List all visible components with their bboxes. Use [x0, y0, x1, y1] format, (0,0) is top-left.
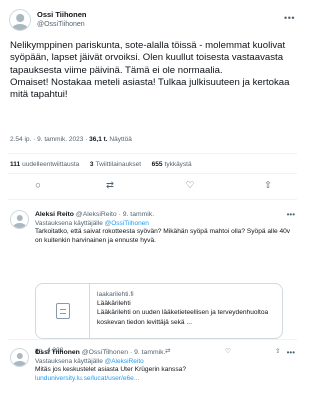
reply-text: Tarkoitatko, että saivat rokotteesta syö…	[35, 228, 291, 244]
retweets-stat[interactable]: 111 uudelleentwiittausta	[10, 161, 79, 168]
reply-author-name[interactable]: Ossi Tiihonen	[35, 349, 80, 356]
author-avatar[interactable]	[9, 9, 31, 31]
author-handle[interactable]: @OssiTiihonen	[37, 20, 86, 30]
link-card-description: Lääkärilehti on uuden lääketieteellisen …	[97, 309, 269, 326]
tweet-time[interactable]: 2.54 ip.	[10, 136, 31, 143]
replying-to: Vastauksena käyttäjälle @OssiTiihonen	[35, 220, 149, 227]
tweet-date[interactable]: 9. tammik. 2023	[37, 136, 83, 143]
link-card-title: Lääkärilehti	[97, 300, 131, 308]
reply-author-handle[interactable]: @OssiTiihonen	[82, 349, 128, 356]
reply-icon[interactable]: ○	[30, 178, 46, 194]
reply-more-options-icon[interactable]: •••	[287, 348, 295, 357]
reply-author-name[interactable]: Aleksi Reito	[35, 211, 74, 218]
reply-more-options-icon[interactable]: •••	[287, 210, 295, 219]
author-name[interactable]: Ossi Tiihonen	[37, 10, 86, 20]
link-card[interactable]: laakarilehti.fi Lääkärilehti Lääkärileht…	[35, 283, 283, 339]
retweet-icon[interactable]: ⇄	[102, 178, 118, 194]
link-card-domain: laakarilehti.fi	[97, 291, 134, 298]
divider	[8, 199, 297, 200]
link-card-thumbnail	[36, 284, 90, 338]
tweet-meta: 2.54 ip. · 9. tammik. 2023 · 36,1 t. Näy…	[10, 136, 132, 143]
reply-tweet[interactable]: Aleksi Reito @AleksiReito · 9. tammik. V…	[0, 210, 305, 360]
tweet-action-bar: ○ ⇄ ♡ ⇧	[0, 178, 305, 194]
share-icon[interactable]: ⇧	[260, 178, 276, 194]
likes-stat[interactable]: 655 tykkäystä	[152, 161, 192, 168]
main-tweet-header: Ossi Tiihonen @OssiTiihonen	[9, 9, 86, 31]
mention-link[interactable]: @OssiTiihonen	[105, 220, 149, 227]
tweet-page: Ossi Tiihonen @OssiTiihonen ••• Nelikymp…	[0, 0, 305, 404]
reply-author-handle[interactable]: @AleksiReito	[76, 211, 117, 218]
more-options-icon[interactable]: •••	[284, 13, 295, 23]
divider	[8, 339, 297, 340]
divider	[8, 173, 297, 174]
tweet-stats: 111 uudelleentwiittausta 3 Twiittilainauks…	[10, 161, 192, 168]
reply-date[interactable]: 9. tammik.	[123, 211, 154, 218]
divider	[8, 153, 297, 154]
reply-text: Mitäs jos keskustelet asiasta Uter Krüge…	[35, 366, 186, 373]
view-count-label: Näyttöä	[109, 136, 132, 143]
mention-link[interactable]: @AleksiReito	[105, 358, 144, 365]
tweet-text-paragraph-1: Nelikymppinen pariskunta, sote-alalla tö…	[10, 40, 286, 76]
view-count: 36,1 t.	[89, 136, 108, 143]
tweet-text: Nelikymppinen pariskunta, sote-alalla tö…	[10, 40, 298, 101]
reply-date[interactable]: 9. tammik.	[134, 349, 165, 356]
like-icon[interactable]: ♡	[182, 178, 198, 194]
tweet-text-paragraph-2: Omaiset! Nostakaa meteli asiasta! Tulkaa…	[10, 76, 290, 101]
reply-avatar[interactable]	[10, 210, 29, 229]
reply-avatar[interactable]	[10, 348, 29, 367]
reply-tweet[interactable]: Ossi Tiihonen @OssiTiihonen · 9. tammik.…	[0, 348, 305, 404]
reply-link[interactable]: lunduniversity.lu.se/lucat/user/e6e...	[35, 375, 297, 384]
replying-to: Vastauksena käyttäjälle @AleksiReito	[35, 358, 144, 365]
quotes-stat[interactable]: 3 Twiittilainaukset	[90, 161, 141, 168]
